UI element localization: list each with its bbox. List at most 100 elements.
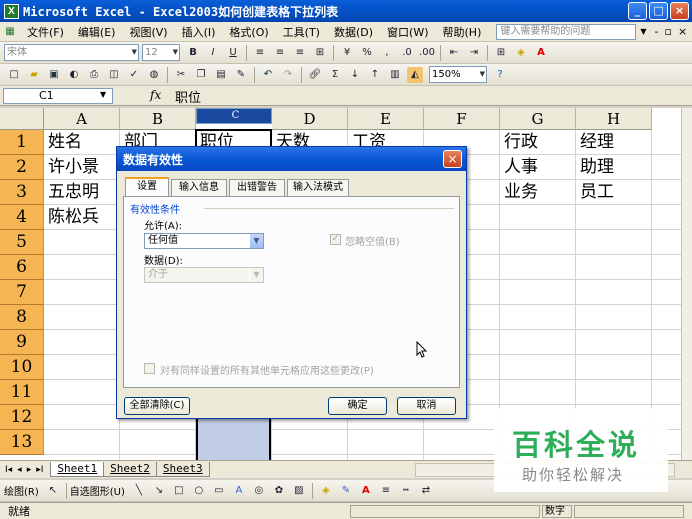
column-header-a[interactable]: A xyxy=(44,108,120,130)
row-header-7[interactable]: 7 xyxy=(0,280,44,305)
row-header-8[interactable]: 8 xyxy=(0,305,44,330)
font-name-select[interactable]: 宋体 xyxy=(4,44,139,61)
arrow-icon[interactable]: ↘ xyxy=(151,483,167,499)
fill-color-icon[interactable]: ◈ xyxy=(513,45,529,61)
sort-ascending-icon[interactable]: ↓ xyxy=(347,67,363,83)
next-sheet-icon[interactable]: ▸ xyxy=(27,465,32,475)
fill-color-icon[interactable]: ◈ xyxy=(318,483,334,499)
tab-error-alert[interactable]: 出错警告 xyxy=(229,179,285,196)
cell-h1[interactable]: 经理 xyxy=(576,130,614,155)
name-box[interactable]: C1 xyxy=(3,88,113,104)
decrease-decimal-icon[interactable]: .00 xyxy=(419,45,435,61)
menu-file[interactable]: 文件(F) xyxy=(20,24,71,40)
tab-settings[interactable]: 设置 xyxy=(125,177,169,197)
italic-icon[interactable]: I xyxy=(205,45,221,61)
increase-decimal-icon[interactable]: .0 xyxy=(399,45,415,61)
print-preview-icon[interactable]: ◫ xyxy=(106,67,122,83)
row-header-13[interactable]: 13 xyxy=(0,430,44,455)
sheet-tab-2[interactable]: Sheet2 xyxy=(103,462,157,477)
font-color-icon[interactable]: A xyxy=(533,45,549,61)
menu-format[interactable]: 格式(O) xyxy=(222,24,275,40)
row-header-2[interactable]: 2 xyxy=(0,155,44,180)
name-box-dropdown-icon[interactable]: ▼ xyxy=(100,90,106,99)
cancel-button[interactable]: 取消 xyxy=(397,397,456,415)
menu-edit[interactable]: 编辑(E) xyxy=(71,24,123,40)
cut-icon[interactable]: ✂ xyxy=(173,67,189,83)
align-center-icon[interactable]: ≡ xyxy=(272,45,288,61)
doc-close-icon[interactable]: × xyxy=(678,25,687,38)
menu-insert[interactable]: 插入(I) xyxy=(175,24,223,40)
zoom-select[interactable]: 150% xyxy=(429,66,487,83)
menu-help[interactable]: 帮助(H) xyxy=(436,24,489,40)
undo-icon[interactable]: ↶ xyxy=(260,67,276,83)
dialog-title-bar[interactable]: 数据有效性 xyxy=(117,147,466,171)
row-header-1[interactable]: 1 xyxy=(0,130,44,155)
diagram-icon[interactable]: ◎ xyxy=(251,483,267,499)
paste-icon[interactable]: ▤ xyxy=(213,67,229,83)
vertical-scrollbar[interactable] xyxy=(681,108,692,460)
row-header-3[interactable]: 3 xyxy=(0,180,44,205)
picture-icon[interactable]: ▨ xyxy=(291,483,307,499)
rectangle-icon[interactable]: □ xyxy=(171,483,187,499)
menu-view[interactable]: 视图(V) xyxy=(122,24,174,40)
hyperlink-icon[interactable]: 🔗︎ xyxy=(307,67,323,83)
row-header-11[interactable]: 11 xyxy=(0,380,44,405)
select-objects-icon[interactable]: ↖ xyxy=(45,483,61,499)
doc-minimize-icon[interactable]: - xyxy=(655,25,659,38)
oval-icon[interactable]: ○ xyxy=(191,483,207,499)
align-left-icon[interactable]: ≡ xyxy=(252,45,268,61)
underline-icon[interactable]: U xyxy=(225,45,241,61)
cell-g3[interactable]: 业务 xyxy=(500,180,538,205)
row-header-5[interactable]: 5 xyxy=(0,230,44,255)
row-header-9[interactable]: 9 xyxy=(0,330,44,355)
minimize-button[interactable]: _ xyxy=(628,2,647,20)
row-header-10[interactable]: 10 xyxy=(0,355,44,380)
save-icon[interactable]: ▣ xyxy=(46,67,62,83)
open-icon[interactable]: ▰ xyxy=(26,67,42,83)
column-header-b[interactable]: B xyxy=(120,108,196,130)
tab-input-message[interactable]: 输入信息 xyxy=(171,179,227,196)
line-style-icon[interactable]: ≡ xyxy=(378,483,394,499)
borders-icon[interactable]: ⊞ xyxy=(493,45,509,61)
percent-icon[interactable]: % xyxy=(359,45,375,61)
autoshape-menu[interactable]: 自选图形(U) xyxy=(70,483,125,498)
help-dropdown-icon[interactable]: ▼ xyxy=(640,27,646,36)
cell-a3[interactable]: 五忠明 xyxy=(44,180,99,205)
copy-icon[interactable]: ❐ xyxy=(193,67,209,83)
spelling-icon[interactable]: ✓ xyxy=(126,67,142,83)
clipart-icon[interactable]: ✿ xyxy=(271,483,287,499)
chart-wizard-icon[interactable]: ▥ xyxy=(387,67,403,83)
currency-icon[interactable]: ¥ xyxy=(339,45,355,61)
help-icon[interactable]: ? xyxy=(492,67,508,83)
sort-descending-icon[interactable]: ↑ xyxy=(367,67,383,83)
cell-h2[interactable]: 助理 xyxy=(576,155,614,180)
column-header-f[interactable]: F xyxy=(424,108,500,130)
formula-input[interactable]: 职位 xyxy=(175,87,201,106)
menu-data[interactable]: 数据(D) xyxy=(327,24,380,40)
doc-restore-icon[interactable]: ▫ xyxy=(665,25,672,38)
cell-a1[interactable]: 姓名 xyxy=(44,130,82,155)
increase-indent-icon[interactable]: ⇥ xyxy=(466,45,482,61)
tab-ime-mode[interactable]: 输入法模式 xyxy=(287,179,349,196)
wordart-icon[interactable]: A xyxy=(231,483,247,499)
column-header-g[interactable]: G xyxy=(500,108,576,130)
merge-center-icon[interactable]: ⊞ xyxy=(312,45,328,61)
sheet-tab-1[interactable]: Sheet1 xyxy=(50,462,105,477)
column-header-e[interactable]: E xyxy=(348,108,424,130)
format-painter-icon[interactable]: ✎ xyxy=(233,67,249,83)
row-header-12[interactable]: 12 xyxy=(0,405,44,430)
insert-function-icon[interactable]: fx xyxy=(150,88,161,102)
cell-g2[interactable]: 人事 xyxy=(500,155,538,180)
draw-menu[interactable]: 绘图(R) xyxy=(4,483,39,498)
clear-all-button[interactable]: 全部清除(C) xyxy=(124,397,190,415)
column-header-c[interactable]: C xyxy=(196,108,272,124)
cell-h3[interactable]: 员工 xyxy=(576,180,614,205)
chevron-down-icon[interactable]: ▼ xyxy=(249,234,263,248)
cell-g1[interactable]: 行政 xyxy=(500,130,538,155)
help-search-input[interactable]: 键入需要帮助的问题 xyxy=(496,23,637,40)
comma-icon[interactable]: , xyxy=(379,45,395,61)
maximize-button[interactable]: □ xyxy=(649,2,668,20)
column-header-d[interactable]: D xyxy=(272,108,348,130)
autosum-icon[interactable]: Σ xyxy=(327,67,343,83)
menu-tools[interactable]: 工具(T) xyxy=(276,24,327,40)
